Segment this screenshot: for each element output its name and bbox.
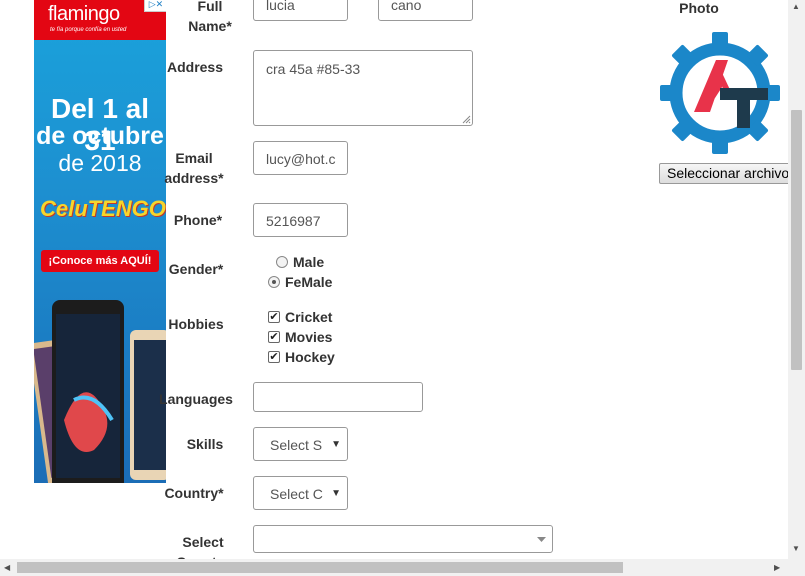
email-label: Email address*: [164, 150, 224, 186]
skills-select-value: Select S: [270, 437, 323, 453]
languages-input[interactable]: [253, 382, 423, 412]
photo-label: Photo: [679, 0, 719, 16]
ad-header: flamingo te fía porque confía en usted ▷…: [34, 0, 166, 40]
hobby-cricket-checkbox[interactable]: ✔: [268, 311, 280, 323]
skills-select[interactable]: Select S ▼: [253, 427, 348, 461]
hobby-cricket-label: Cricket: [285, 309, 333, 325]
horizontal-scroll-thumb[interactable]: [17, 562, 623, 573]
resize-handle-icon[interactable]: [462, 115, 471, 124]
ad-date-line-2: de octubre: [36, 122, 164, 150]
scroll-left-icon[interactable]: ◀: [4, 563, 10, 572]
hobby-movies-label: Movies: [285, 329, 333, 345]
ad-brand: flamingo: [48, 3, 120, 25]
country-select-value: Select C: [270, 486, 323, 502]
select-country-combobox[interactable]: [253, 525, 553, 553]
country-label: Country*: [164, 485, 224, 501]
country-select[interactable]: Select C ▼: [253, 476, 348, 510]
ad-date-line-3: de 2018: [58, 150, 142, 176]
ad-cta-button[interactable]: ¡Conoce más AQUÍ!: [41, 250, 159, 272]
gender-label: Gender*: [168, 261, 224, 277]
skills-label: Skills: [186, 436, 224, 452]
choose-file-button[interactable]: Seleccionar archivo: [659, 163, 794, 184]
ad-phones-image: [34, 300, 166, 483]
first-name-input[interactable]: lucia: [253, 0, 348, 21]
ad-promo-title: CeluTENGO: [40, 196, 166, 221]
caret-down-icon: [537, 537, 546, 542]
horizontal-scrollbar[interactable]: ◀ ▶: [0, 559, 805, 576]
email-input[interactable]: lucy@hot.c: [253, 141, 348, 175]
gender-male-label: Male: [293, 254, 325, 270]
gender-female-radio[interactable]: [268, 276, 280, 288]
address-label: Address: [166, 59, 224, 75]
gender-female-label: FeMale: [285, 274, 333, 290]
scroll-up-icon[interactable]: ▲: [792, 2, 800, 11]
last-name-input[interactable]: cano: [378, 0, 473, 21]
scroll-right-icon[interactable]: ▶: [774, 563, 780, 572]
phone-input[interactable]: 5216987: [253, 203, 348, 237]
languages-label: Languages: [159, 391, 233, 407]
vertical-scroll-thumb[interactable]: [791, 110, 802, 370]
hobbies-label: Hobbies: [168, 316, 224, 332]
ad-slogan: te fía porque confía en usted: [50, 27, 127, 33]
chevron-down-icon: ▼: [331, 439, 341, 450]
phone-label: Phone*: [173, 212, 223, 228]
full-name-label: Full Name*: [188, 0, 232, 34]
gender-male-radio[interactable]: [276, 256, 288, 268]
at-logo-image: [660, 32, 780, 154]
vertical-scrollbar[interactable]: ▲ ▼: [788, 0, 805, 559]
flamingo-ad-banner[interactable]: flamingo te fía porque confía en usted ▷…: [34, 0, 166, 483]
hobby-hockey-label: Hockey: [285, 349, 335, 365]
scroll-down-icon[interactable]: ▼: [792, 544, 800, 553]
hobby-movies-checkbox[interactable]: ✔: [268, 331, 280, 343]
hobby-hockey-checkbox[interactable]: ✔: [268, 351, 280, 363]
address-textarea[interactable]: cra 45a #85-33: [253, 50, 473, 126]
chevron-down-icon: ▼: [331, 488, 341, 499]
